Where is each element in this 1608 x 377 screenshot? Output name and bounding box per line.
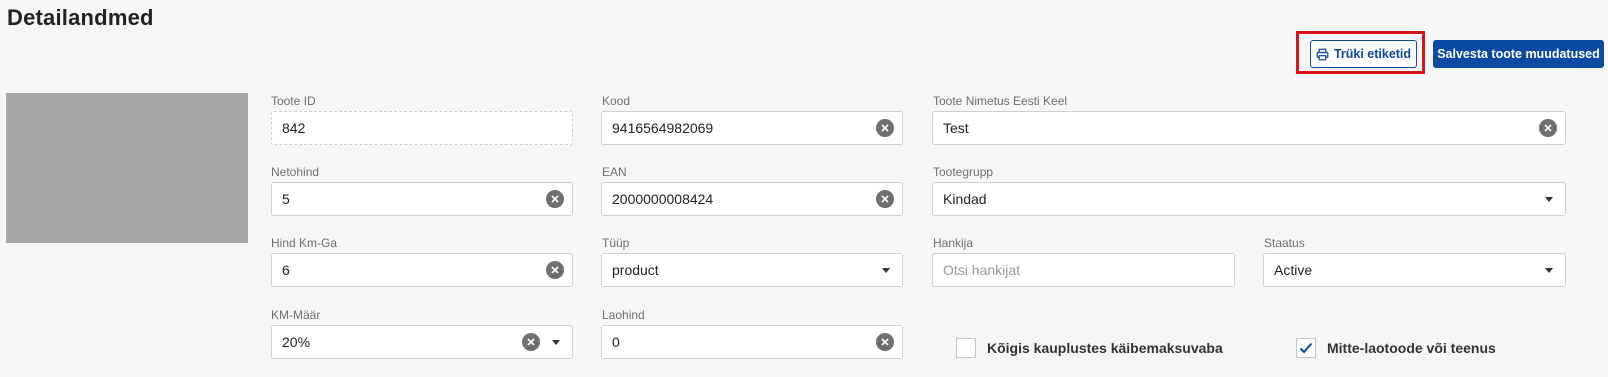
tax-free-all-stores-checkbox[interactable] [956,338,976,358]
product-image [6,93,248,243]
supplier-label: Hankija [933,236,974,250]
clear-icon[interactable] [876,333,894,351]
vat-rate-select[interactable]: 20% [271,325,573,359]
clear-icon[interactable] [522,333,540,351]
warehouse-price-label: Laohind [602,308,645,322]
price-with-vat-label: Hind Km-Ga [271,236,338,250]
clear-icon[interactable] [876,190,894,208]
status-value: Active [1274,262,1313,278]
tax-free-all-stores-row[interactable]: Kõigis kauplustes käibemaksuvaba [956,338,1223,358]
code-label: Kood [602,94,631,108]
clear-icon[interactable] [1539,119,1557,137]
print-labels-label: Trüki etiketid [1333,47,1412,61]
save-changes-label: Salvesta toote muudatused [1437,47,1600,61]
ean-value: 2000000008424 [612,191,714,207]
non-stock-or-service-checkbox[interactable] [1296,338,1316,358]
net-price-label: Netohind [271,165,320,179]
warehouse-price-input[interactable]: 0 [601,325,903,359]
product-id-value: 842 [282,120,306,136]
price-with-vat-input[interactable]: 6 [271,253,573,287]
product-id-field: 842 [271,111,573,145]
price-with-vat-value: 6 [282,262,290,278]
supplier-placeholder: Otsi hankijat [943,262,1021,278]
chevron-down-icon[interactable] [552,339,560,345]
product-group-select[interactable]: Kindad [932,182,1566,216]
printer-icon [1316,48,1329,61]
vat-rate-value: 20% [282,334,311,350]
status-select[interactable]: Active [1263,253,1566,287]
code-input[interactable]: 9416564982069 [601,111,903,145]
name-et-input[interactable]: Test [932,111,1566,145]
non-stock-or-service-label: Mitte-laotoode või teenus [1327,340,1496,356]
page-title: Detailandmed [7,5,154,30]
vat-rate-label: KM-Määr [271,308,321,322]
non-stock-or-service-row[interactable]: Mitte-laotoode või teenus [1296,338,1496,358]
print-labels-button[interactable]: Trüki etiketid [1310,40,1417,68]
warehouse-price-value: 0 [612,334,620,350]
clear-icon[interactable] [546,261,564,279]
product-group-value: Kindad [943,191,987,207]
tax-free-all-stores-label: Kõigis kauplustes käibemaksuvaba [987,340,1223,356]
supplier-search-input[interactable]: Otsi hankijat [932,253,1235,287]
name-et-label: Toote Nimetus Eesti Keel [933,94,1068,108]
type-select[interactable]: product [601,253,903,287]
ean-label: EAN [602,165,627,179]
chevron-down-icon[interactable] [1545,267,1553,273]
type-value: product [612,262,659,278]
product-id-label: Toote ID [271,94,316,108]
status-label: Staatus [1264,236,1305,250]
chevron-down-icon[interactable] [1545,196,1553,202]
net-price-input[interactable]: 5 [271,182,573,216]
ean-input[interactable]: 2000000008424 [601,182,903,216]
clear-icon[interactable] [876,119,894,137]
name-et-value: Test [943,120,969,136]
clear-icon[interactable] [546,190,564,208]
chevron-down-icon[interactable] [882,267,890,273]
net-price-value: 5 [282,191,290,207]
save-changes-button[interactable]: Salvesta toote muudatused [1433,40,1604,68]
type-label: Tüüp [602,236,630,250]
product-group-label: Tootegrupp [933,165,994,179]
code-value: 9416564982069 [612,120,714,136]
checkmark-icon [1299,342,1313,354]
